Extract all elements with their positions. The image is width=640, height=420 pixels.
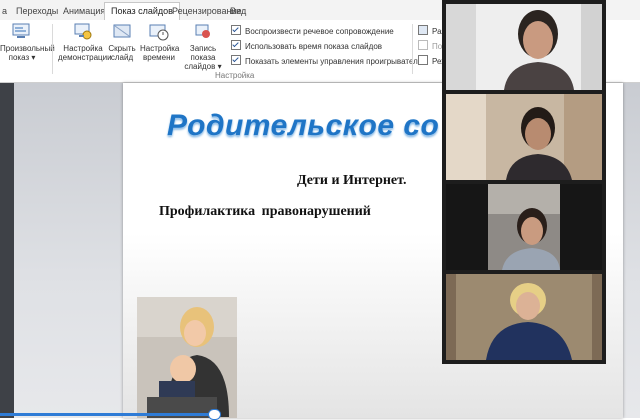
show-controls-checkbox[interactable]: Показать элементы управления проигрывате…: [231, 55, 428, 66]
setup-show-icon: [74, 23, 92, 40]
rehearse-timings-button[interactable]: Настройка времени: [140, 22, 180, 62]
playback-scrub-handle[interactable]: [208, 409, 221, 420]
slide-thumbnail-pane[interactable]: [0, 83, 14, 418]
tab-slideshow[interactable]: Показ слайдов: [104, 2, 180, 21]
hide-slide-label: Скрыть слайд: [108, 44, 136, 62]
slide-subtitle: Дети и Интернет.: [297, 173, 407, 188]
checkbox-checked-icon: [231, 25, 241, 35]
ribbon-separator: [52, 24, 53, 74]
record-show-label: Запись показа слайдов: [184, 44, 217, 71]
playback-progress-bar[interactable]: [0, 413, 215, 416]
use-timings-label: Использовать время показа слайдов: [245, 42, 383, 51]
use-timings-checkbox[interactable]: Использовать время показа слайдов: [231, 40, 382, 51]
rehearse-timings-label: Настройка времени: [140, 44, 180, 62]
video-tile[interactable]: [446, 94, 602, 180]
setup-show-button[interactable]: Настройка демонстрации: [58, 22, 112, 62]
narration-label: Воспроизвести речевое сопровождение: [245, 27, 394, 36]
monitor-icon: [418, 40, 428, 50]
video-tile[interactable]: [446, 4, 602, 90]
slide-title: Родительское со: [167, 109, 440, 142]
checkbox-checked-icon: [231, 40, 241, 50]
tab-animations[interactable]: Анимация: [63, 3, 105, 19]
checkbox-unchecked-icon: [418, 55, 428, 65]
ribbon-separator: [412, 24, 413, 74]
group-label-setup: Настройка: [215, 71, 255, 80]
monitor-icon: [418, 25, 428, 35]
setup-show-label: Настройка демонстрации: [58, 44, 112, 62]
hide-slide-button[interactable]: Скрыть слайд: [108, 22, 136, 62]
participant-video: [446, 4, 602, 90]
slide-photo-illustration: [137, 297, 237, 418]
slide-subtitle: Профилактика правонарушений: [159, 204, 371, 219]
participant-video: [446, 274, 602, 360]
record-show-icon: [195, 24, 210, 38]
video-tile[interactable]: [446, 184, 602, 270]
rehearse-timings-icon: [149, 24, 169, 41]
custom-show-button[interactable]: Произвольный показ ▾: [0, 22, 55, 62]
slide-photo: [137, 297, 237, 418]
show-controls-label: Показать элементы управления проигрывате…: [245, 57, 428, 66]
video-tile[interactable]: [446, 274, 602, 360]
video-call-panel: [442, 0, 606, 364]
participant-video: [446, 94, 602, 180]
tab-transitions[interactable]: Переходы: [16, 3, 58, 19]
hide-slide-icon: [113, 24, 131, 38]
record-show-button[interactable]: Запись показа слайдов ▾: [180, 22, 226, 71]
custom-show-icon: [12, 23, 30, 38]
narration-checkbox[interactable]: Воспроизвести речевое сопровождение: [231, 25, 394, 36]
participant-video: [446, 184, 602, 270]
checkbox-checked-icon: [231, 55, 241, 65]
tab-design[interactable]: а: [2, 3, 7, 19]
custom-show-label: Произвольный показ: [0, 44, 55, 62]
tab-view[interactable]: Вид: [230, 3, 246, 19]
